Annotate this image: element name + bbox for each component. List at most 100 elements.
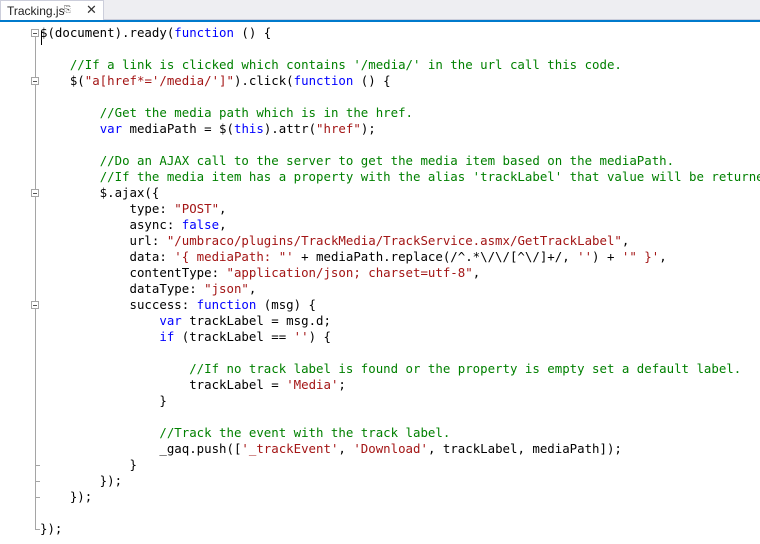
code-line: $.ajax({ (40, 185, 160, 201)
code-token: }); (40, 521, 63, 536)
code-token: '_trackEvent' (241, 441, 339, 456)
code-token: , (248, 281, 257, 296)
code-token: "/umbraco/plugins/TrackMedia/TrackServic… (166, 233, 622, 248)
code-token: var (99, 121, 123, 136)
code-line: //Do an AJAX call to the server to get t… (40, 153, 674, 169)
code-token: async: (40, 217, 182, 232)
code-line: url: "/umbraco/plugins/TrackMedia/TrackS… (40, 233, 630, 249)
collapse-region-icon[interactable] (31, 301, 39, 309)
code-token: var (159, 313, 182, 328)
code-line: var trackLabel = msg.d; (40, 313, 331, 329)
code-line: //Track the event with the track label. (40, 425, 450, 441)
code-token: ); (360, 121, 376, 136)
code-token: //Get the media path which is in the hre… (99, 105, 413, 120)
outlining-margin (0, 22, 40, 544)
code-token: ; (338, 377, 346, 392)
code-line: }); (40, 473, 122, 489)
collapse-region-icon[interactable] (31, 189, 39, 197)
code-token: } (40, 457, 137, 472)
outlining-guide-end (35, 465, 40, 466)
code-line: trackLabel = 'Media'; (40, 377, 346, 393)
code-token: function (196, 297, 257, 312)
outlining-guide-line (35, 309, 36, 465)
code-token: mediaPath = $( (122, 121, 234, 136)
code-line: } (40, 457, 137, 473)
code-token: trackLabel = (40, 377, 287, 392)
code-line: $("a[href*='/media/']").click(function (… (40, 73, 391, 89)
code-line: data: '{ mediaPath: "' + mediaPath.repla… (40, 249, 667, 265)
pin-icon[interactable]: ⎘ (64, 4, 71, 15)
code-token: _gaq.push([ (40, 441, 242, 456)
outlining-guide-end (35, 529, 40, 530)
code-token: //Do an AJAX call to the server to get t… (99, 153, 675, 168)
code-token: , (472, 265, 481, 280)
code-token: data: (40, 249, 175, 264)
code-token: , trackLabel, mediaPath]); (427, 441, 622, 456)
code-token: //If no track label is found or the prop… (189, 361, 742, 376)
tab-title: Tracking.js (7, 3, 65, 18)
code-token: } (40, 393, 167, 408)
code-token: $(document).ready( (40, 25, 175, 40)
code-token: function (174, 25, 234, 40)
code-line: } (40, 393, 167, 409)
document-tab-strip: Tracking.js ⎘ ✕ (0, 0, 760, 20)
code-token: false (181, 217, 220, 232)
code-token: //If the media item has a property with … (99, 169, 760, 184)
code-token: '' (577, 249, 593, 264)
code-token: contentType: (40, 265, 227, 280)
code-token: function (293, 73, 354, 88)
code-token: url: (40, 233, 167, 248)
code-line: }); (40, 521, 62, 537)
code-token: if (159, 329, 175, 344)
code-token: () { (353, 73, 391, 88)
code-token: + mediaPath.replace(/^.*\/\/[^\/]+/, (293, 249, 578, 264)
code-token: dataType: (40, 281, 205, 296)
code-line: async: false, (40, 217, 227, 233)
code-token: , (219, 217, 227, 232)
code-token: ) { (308, 329, 331, 344)
code-token: "a[href*='/media/']" (84, 73, 234, 88)
code-line: $(document).ready(function () { (40, 25, 271, 41)
tab-tracking-js[interactable]: Tracking.js ⎘ ✕ (0, 0, 104, 20)
code-token: '{ mediaPath: "' (174, 249, 294, 264)
code-token: '" }' (621, 249, 660, 264)
code-line: //If the media item has a property with … (40, 169, 760, 185)
code-token: //If a link is clicked which contains '/… (69, 57, 622, 72)
code-line: contentType: "application/json; charset=… (40, 265, 481, 281)
code-token: $.ajax({ (40, 185, 160, 200)
code-token: }); (40, 473, 123, 488)
code-token: }); (40, 489, 93, 504)
code-token: $( (40, 73, 85, 88)
code-token: 'Media' (286, 377, 339, 392)
code-line: }); (40, 489, 92, 505)
code-token: this (233, 121, 264, 136)
code-token: ).attr( (263, 121, 317, 136)
code-token: , (659, 249, 667, 264)
code-line: //If a link is clicked which contains '/… (40, 57, 622, 73)
code-token: (trackLabel == (174, 329, 294, 344)
code-token: "href" (316, 121, 361, 136)
close-icon[interactable]: ✕ (86, 2, 97, 18)
code-token: ) + (592, 249, 622, 264)
code-token: '' (293, 329, 309, 344)
outlining-guide-end (35, 481, 40, 482)
code-line: var mediaPath = $(this).attr("href"); (40, 121, 376, 137)
collapse-region-icon[interactable] (31, 77, 39, 85)
code-token: //Track the event with the track label. (159, 425, 451, 440)
code-line: _gaq.push(['_trackEvent', 'Download', tr… (40, 441, 622, 457)
code-line: success: function (msg) { (40, 297, 317, 313)
outlining-guide-end (35, 497, 40, 498)
code-line: dataType: "json", (40, 281, 257, 297)
code-line: //If no track label is found or the prop… (40, 361, 741, 377)
code-line: //Get the media path which is in the hre… (40, 105, 413, 121)
code-editor[interactable]: $(document).ready(function () { //If a l… (0, 22, 760, 544)
collapse-region-icon[interactable] (31, 29, 39, 37)
